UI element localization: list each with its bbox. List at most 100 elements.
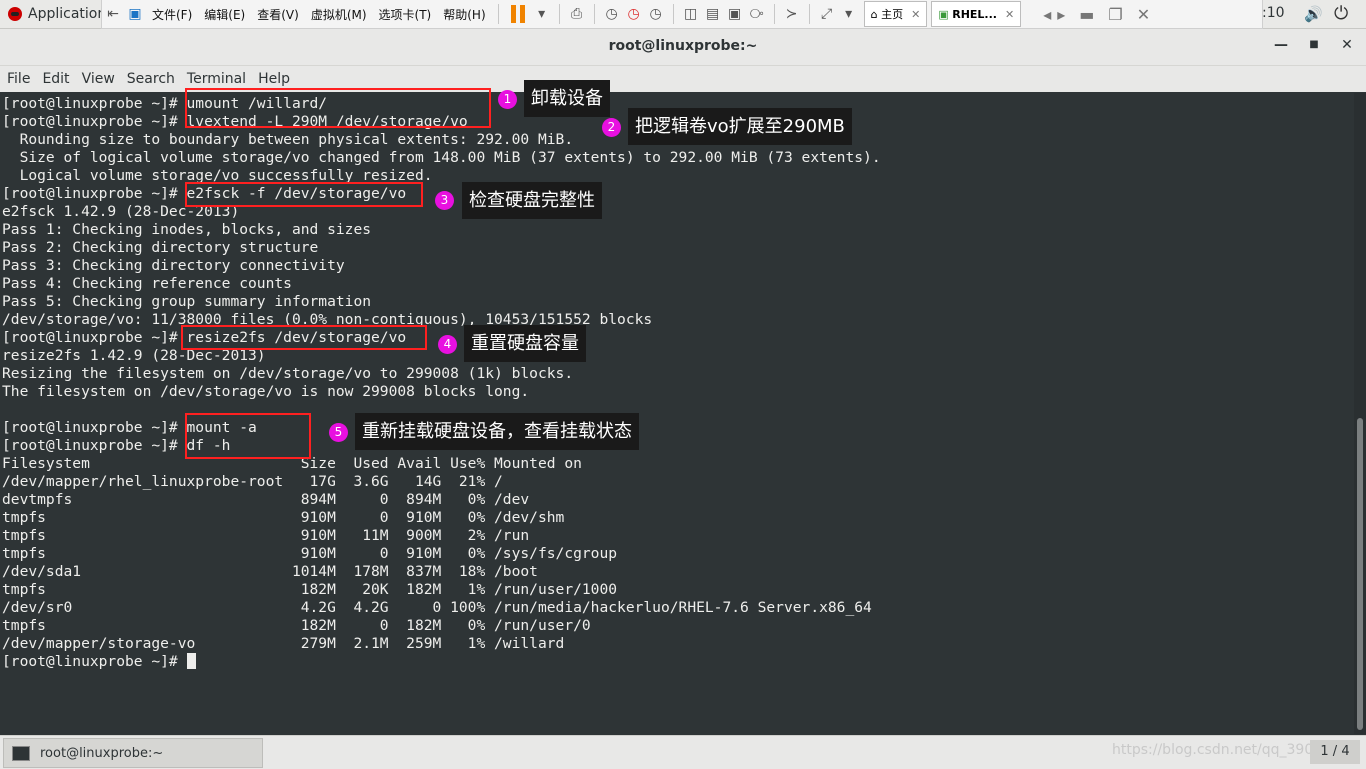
applications-menu[interactable]: Application xyxy=(0,0,106,28)
terminal-line: Resizing the filesystem on /dev/storage/… xyxy=(2,365,574,382)
sidebar-view-icon[interactable]: ◫ xyxy=(680,3,702,25)
minimize-icon[interactable]: ▬ xyxy=(1079,5,1094,24)
vmware-logo-icon: ▣ xyxy=(128,6,142,22)
terminal-line: Pass 2: Checking directory structure xyxy=(2,239,319,256)
toolbar-divider xyxy=(558,4,560,24)
console-icon[interactable]: ≻ xyxy=(781,3,803,25)
tab-rhel-label: RHEL... xyxy=(952,7,997,21)
terminal-line: Rounding size to boundary between physic… xyxy=(2,131,574,148)
terminal-line: Pass 4: Checking reference counts xyxy=(2,275,292,292)
tab-home-label: 主页 xyxy=(881,8,904,21)
snapshot-icon[interactable]: ◷ xyxy=(601,3,623,25)
terminal-scrollbar[interactable] xyxy=(1354,93,1366,734)
menu-edit[interactable]: Edit xyxy=(36,71,75,87)
terminal-line: Pass 3: Checking directory connectivity xyxy=(2,257,345,274)
terminal-line: tmpfs 910M 0 910M 0% /dev/shm xyxy=(2,509,565,526)
menu-help[interactable]: Help xyxy=(252,71,296,87)
chevron-down-icon[interactable]: ▾ xyxy=(838,3,860,25)
menu-help[interactable]: 帮助(H) xyxy=(437,6,491,23)
pin-icon[interactable]: ⇤ xyxy=(102,3,124,25)
tab-scroll-right-icon[interactable]: ▸ xyxy=(1057,5,1065,24)
terminal-line: The filesystem on /dev/storage/vo is now… xyxy=(2,383,530,400)
close-window-icon[interactable]: ✕ xyxy=(1137,5,1150,24)
terminal-line: /dev/sr0 4.2G 4.2G 0 100% /run/media/hac… xyxy=(2,599,872,616)
terminal-line: Pass 1: Checking inodes, blocks, and siz… xyxy=(2,221,372,238)
tab-home[interactable]: ⌂ 主页 ✕ xyxy=(863,1,928,27)
annotation-note-1: 卸载设备 xyxy=(524,80,610,117)
annotation-badge-5: 5 xyxy=(329,423,348,442)
redhat-logo-icon xyxy=(8,7,22,21)
taskbar-item-terminal[interactable]: root@linuxprobe:~ xyxy=(3,738,263,768)
terminal-line: tmpfs 910M 11M 900M 2% /run xyxy=(2,527,530,544)
terminal-line: tmpfs 910M 0 910M 0% /sys/fs/cgroup xyxy=(2,545,618,562)
vmware-toolbar: ⇤ ▣ 文件(F) 编辑(E) 查看(V) 虚拟机(M) 选项卡(T) 帮助(H… xyxy=(101,0,1263,29)
fit-guest-icon[interactable]: ▣ xyxy=(724,3,746,25)
terminal-line: /dev/mapper/storage-vo 279M 2.1M 259M 1%… xyxy=(2,635,565,652)
terminal-line: devtmpfs 894M 0 894M 0% /dev xyxy=(2,491,530,508)
terminal-line: tmpfs 182M 0 182M 0% /run/user/0 xyxy=(2,617,591,634)
toolbar-divider xyxy=(808,4,810,24)
taskbar-item-label: root@linuxprobe:~ xyxy=(40,745,164,761)
terminal-cursor xyxy=(186,653,196,669)
terminal-line: tmpfs 182M 20K 182M 1% /run/user/1000 xyxy=(2,581,618,598)
pause-icon[interactable] xyxy=(510,5,525,23)
home-icon: ⌂ xyxy=(870,7,878,21)
highlight-box-5 xyxy=(185,413,311,459)
annotation-badge-4: 4 xyxy=(438,335,457,354)
terminal-line: /dev/mapper/rhel_linuxprobe-root 17G 3.6… xyxy=(2,473,503,490)
menu-view[interactable]: 查看(V) xyxy=(251,6,305,23)
toolbar-divider xyxy=(497,4,499,24)
terminal-icon xyxy=(12,745,30,761)
send-keys-icon[interactable]: ⎙ xyxy=(566,3,588,25)
clock[interactable]: :10 xyxy=(1262,5,1285,21)
power-icon[interactable]: ⏻ xyxy=(1334,3,1348,24)
maximize-button[interactable]: ■ xyxy=(1304,39,1324,50)
annotation-note-3: 检查硬盘完整性 xyxy=(462,182,602,219)
annotation-note-5: 重新挂载硬盘设备，查看挂载状态 xyxy=(355,413,639,450)
highlight-box-4 xyxy=(181,325,427,350)
menu-vm[interactable]: 虚拟机(M) xyxy=(305,6,373,23)
close-button[interactable]: ✕ xyxy=(1337,37,1357,53)
menu-file[interactable]: 文件(F) xyxy=(146,6,198,23)
menu-terminal[interactable]: Terminal xyxy=(181,71,252,87)
tab-rhel[interactable]: ▣ RHEL... ✕ xyxy=(931,1,1022,27)
toolbar-divider xyxy=(773,4,775,24)
fullscreen-icon[interactable]: ⤢ xyxy=(816,3,838,25)
bottom-taskbar: root@linuxprobe:~ https://blog.csdn.net/… xyxy=(0,735,1366,769)
annotation-badge-3: 3 xyxy=(435,191,454,210)
volume-icon[interactable]: 🔊 xyxy=(1304,5,1323,23)
revert-snapshot-icon[interactable]: ◷ xyxy=(623,3,645,25)
annotation-note-4: 重置硬盘容量 xyxy=(464,325,586,362)
annotation-badge-1: 1 xyxy=(498,90,517,109)
terminal-line: Size of logical volume storage/vo change… xyxy=(2,149,881,166)
stretch-icon[interactable]: ⧂ xyxy=(746,3,768,25)
workspace-pager[interactable]: 1 / 4 xyxy=(1310,740,1360,764)
menu-file[interactable]: File xyxy=(0,71,36,87)
snapshot-manager-icon[interactable]: ◷ xyxy=(645,3,667,25)
toolbar-divider xyxy=(672,4,674,24)
close-icon[interactable]: ✕ xyxy=(911,8,920,21)
highlight-box-3 xyxy=(185,182,423,207)
menu-view[interactable]: View xyxy=(76,71,121,87)
applications-label: Application xyxy=(28,6,107,22)
restore-icon[interactable]: ❐ xyxy=(1108,5,1122,24)
close-icon[interactable]: ✕ xyxy=(1005,8,1014,21)
menu-search[interactable]: Search xyxy=(121,71,181,87)
watermark: https://blog.csdn.net/qq_3903 xyxy=(1112,742,1323,758)
terminal-line: [root@linuxprobe ~]# xyxy=(2,653,196,671)
terminal-line: /dev/sda1 1014M 178M 837M 18% /boot xyxy=(2,563,538,580)
vm-icon: ▣ xyxy=(938,7,949,21)
annotation-note-2: 把逻辑卷vo扩展至290MB xyxy=(628,108,852,145)
tab-scroll-left-icon[interactable]: ◂ xyxy=(1043,5,1051,24)
menu-edit[interactable]: 编辑(E) xyxy=(198,6,251,23)
chevron-down-icon[interactable]: ▾ xyxy=(531,3,553,25)
menu-tabs[interactable]: 选项卡(T) xyxy=(373,6,438,23)
highlight-box-1 xyxy=(185,88,491,128)
terminal-line: Pass 5: Checking group summary informati… xyxy=(2,293,372,310)
annotation-badge-2: 2 xyxy=(602,118,621,137)
minimize-button[interactable]: — xyxy=(1271,37,1291,53)
window-titlebar: root@linuxprobe:~ — ■ ✕ xyxy=(0,29,1366,66)
scrollbar-thumb[interactable] xyxy=(1357,418,1363,730)
window-title: root@linuxprobe:~ xyxy=(608,38,758,54)
thumbnail-view-icon[interactable]: ▤ xyxy=(702,3,724,25)
